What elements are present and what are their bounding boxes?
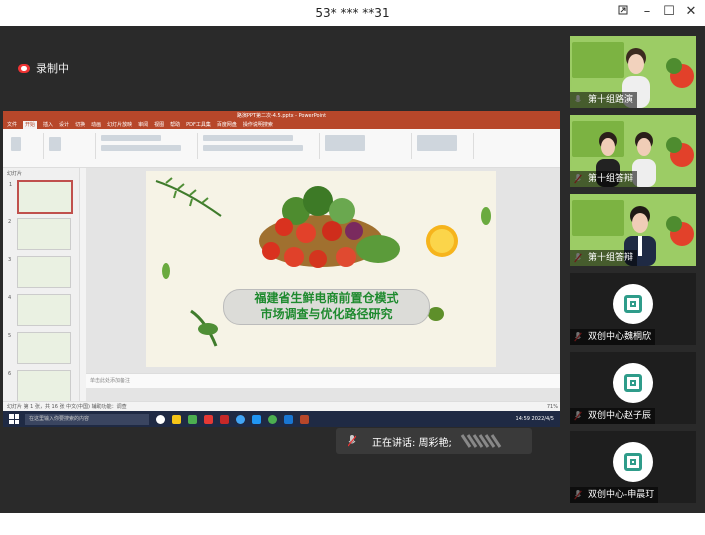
slide-thumbnail-panel[interactable]: 幻灯片 1 2 3 4 5 6 xyxy=(3,168,80,413)
pp-tab[interactable]: 设计 xyxy=(59,121,69,129)
pp-titlebar: 路演PPT第二次-4.5.pptx - PowerPoint xyxy=(3,111,560,121)
mic-muted-icon xyxy=(348,435,356,447)
wechat-icon[interactable] xyxy=(268,414,277,424)
pp-ribbon[interactable] xyxy=(3,129,560,168)
slide-thumbnail[interactable]: 2 xyxy=(8,218,71,250)
slide-title-pill: 福建省生鲜电商前置仓模式 市场调查与优化路径研究 xyxy=(223,289,430,325)
slide-thumbnail-number: 4 xyxy=(8,295,12,301)
slide-thumbnail[interactable]: 4 xyxy=(8,294,71,326)
slide-thumbnail[interactable]: 1 xyxy=(9,180,73,214)
active-speaker-banner: 正在讲话: 周彩艳; xyxy=(336,428,532,454)
windows-start-icon[interactable] xyxy=(9,414,19,424)
pp-tab[interactable]: PDF工具集 xyxy=(186,121,211,129)
participant-tile[interactable]: 双创中心赵子辰 xyxy=(570,352,696,424)
participant-name: 双创中心赵子辰 xyxy=(570,408,656,424)
participant-tile[interactable]: 第十组答辩 xyxy=(570,115,696,187)
slide-thumbnail-number: 1 xyxy=(9,182,13,188)
thumbnail-header: 幻灯片 xyxy=(7,171,23,177)
pp-ribbon-tabs[interactable]: 文件 开始 插入 设计 切换 动画 幻灯片放映 审阅 视图 帮助 PDF工具集 百度网盘 操作说明搜索 xyxy=(3,121,560,129)
screen-share-label-text: 第十组路演的屏幕共享 xyxy=(34,520,155,534)
pp-tab[interactable]: 切换 xyxy=(75,121,85,129)
monitor-icon xyxy=(4,521,18,532)
taskbar-date: 2022/4/5 xyxy=(531,416,554,422)
blurred-name-mask xyxy=(460,434,502,448)
screen-share-label: 第十组路演的屏幕共享 xyxy=(4,518,154,535)
powerpoint-taskbar-icon[interactable] xyxy=(300,414,309,424)
task-view-icon[interactable] xyxy=(156,414,165,424)
participant-name: 双创中心魏桐欣 xyxy=(570,329,656,345)
slide-notes[interactable]: 单击此处添加备注 xyxy=(86,373,560,388)
participant-tile[interactable]: 第十组答辩 xyxy=(570,194,696,266)
vegetable-basket-illustration xyxy=(155,177,491,347)
slide-title-line1: 福建省生鲜电商前置仓模式 xyxy=(254,291,399,305)
slide-thumbnail-number: 5 xyxy=(8,333,12,339)
pp-tab[interactable]: 审阅 xyxy=(138,121,148,129)
participant-avatar-logo xyxy=(613,284,653,324)
pp-tab[interactable]: 插入 xyxy=(43,121,53,129)
taskbar-clock: 14:59 2022/4/5 xyxy=(516,416,554,422)
slide-thumbnail[interactable]: 5 xyxy=(8,332,71,364)
participant-name: 第十组答辩 xyxy=(570,171,638,187)
participant-tile[interactable]: 双创中心魏桐欣 xyxy=(570,273,696,345)
browser-icon[interactable] xyxy=(236,414,245,424)
pp-tab[interactable]: 操作说明搜索 xyxy=(243,121,273,129)
taskbar-search[interactable]: 在这里输入你要搜索的内容 xyxy=(25,413,149,425)
pp-tab[interactable]: 文件 xyxy=(7,121,17,129)
participant-sidebar: 第十组路演 第十组答辩 第十组答辩 双创中心魏桐欣 双创中心赵子辰 双创中心-申晨玎 xyxy=(563,26,705,513)
participant-avatar-logo xyxy=(613,363,653,403)
pin-icon[interactable] xyxy=(614,4,632,20)
participant-tile[interactable]: 双创中心-申晨玎 xyxy=(570,431,696,503)
mic-icon xyxy=(22,521,30,529)
cloud-record-icon xyxy=(18,63,30,73)
slide-thumbnail-number: 2 xyxy=(8,219,12,225)
app-meeting-icon[interactable] xyxy=(284,414,293,424)
windows-taskbar: 在这里输入你要搜索的内容 14:59 2022/4/5 xyxy=(3,411,560,427)
window-title: 53* *** **31 xyxy=(315,6,390,20)
shared-powerpoint-window[interactable]: 路演PPT第二次-4.5.pptx - PowerPoint 文件 开始 插入 设计切… xyxy=(3,111,560,427)
slide-thumbnail-number: 3 xyxy=(8,257,12,263)
minimize-icon[interactable]: – xyxy=(638,4,656,19)
pp-title: 路演PPT第二次-4.5.pptx - PowerPoint xyxy=(236,113,327,119)
pp-tab[interactable]: 帮助 xyxy=(170,121,180,129)
participant-avatar-logo xyxy=(613,442,653,482)
recording-label: 录制中 xyxy=(36,62,69,75)
participant-name: 双创中心-申晨玎 xyxy=(570,487,659,503)
slide-thumbnail-number: 6 xyxy=(8,371,12,377)
pp-tab[interactable]: 视图 xyxy=(154,121,164,129)
pp-status-text: 幻灯片 第 1 张，共 16 张 中文(中国) 辅助功能：调查 xyxy=(7,404,127,410)
pp-tab[interactable]: 幻灯片放映 xyxy=(107,121,132,129)
pp-tab[interactable]: 动画 xyxy=(91,121,101,129)
window-titlebar: 53* *** **31 – ☐ ✕ xyxy=(0,0,705,26)
app-green-icon[interactable] xyxy=(188,414,197,424)
slide-thumbnail[interactable]: 3 xyxy=(8,256,71,288)
active-speaker-label: 正在讲话: 周彩艳; xyxy=(372,438,452,449)
maximize-icon[interactable]: ☐ xyxy=(660,4,678,19)
current-slide[interactable]: 福建省生鲜电商前置仓模式 市场调查与优化路径研究 xyxy=(146,171,496,367)
participant-name: 第十组答辩 xyxy=(570,250,638,266)
pp-tab[interactable]: 开始 xyxy=(23,121,38,129)
app-blue-icon[interactable] xyxy=(252,414,261,424)
close-icon[interactable]: ✕ xyxy=(682,4,700,19)
slide-title-line2: 市场调查与优化路径研究 xyxy=(260,307,393,321)
file-explorer-icon[interactable] xyxy=(172,414,181,424)
slide-thumbnail[interactable]: 6 xyxy=(8,370,71,402)
participant-name: 第十组路演 xyxy=(570,92,638,108)
participant-tile[interactable]: 第十组路演 xyxy=(570,36,696,108)
recording-indicator[interactable]: 录制中 xyxy=(18,60,69,76)
app-office-icon[interactable] xyxy=(220,414,229,424)
pp-tab[interactable]: 百度网盘 xyxy=(217,121,237,129)
taskbar-time: 14:59 xyxy=(515,416,530,422)
app-red-icon[interactable] xyxy=(204,414,213,424)
